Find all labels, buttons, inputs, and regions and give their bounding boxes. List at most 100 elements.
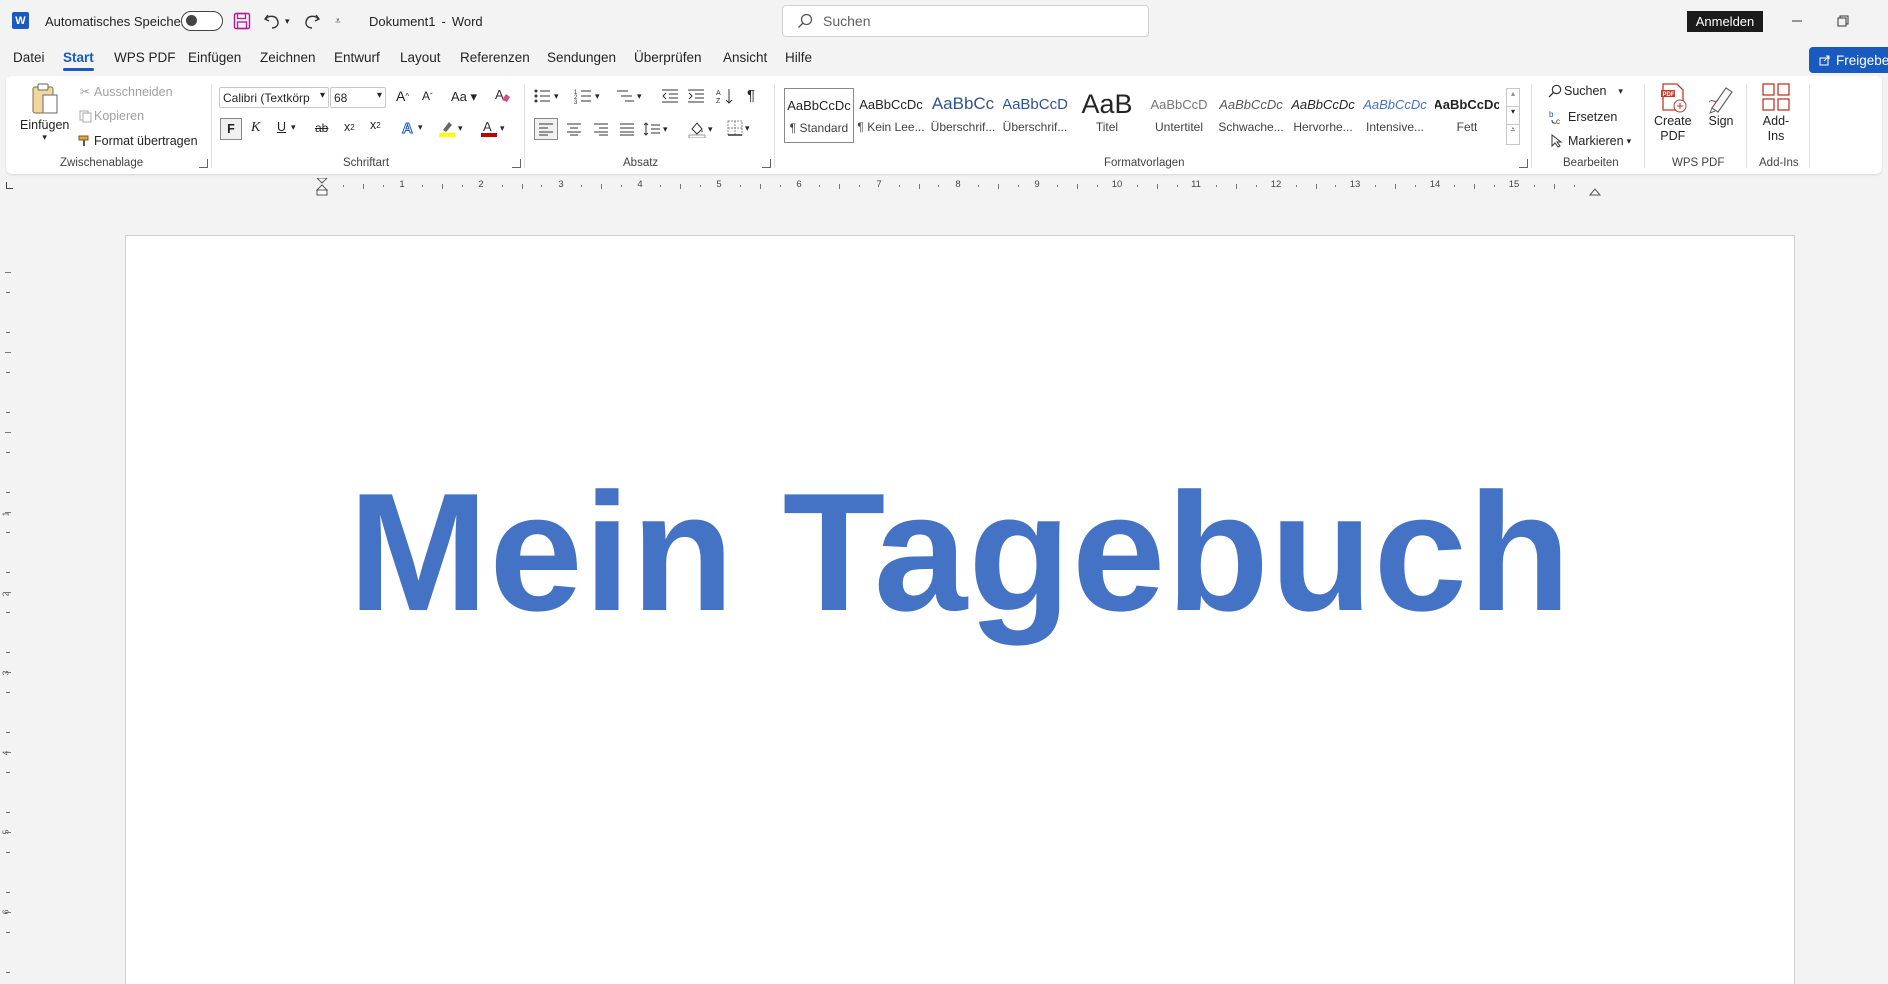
font-launcher-icon[interactable] — [512, 159, 521, 168]
grow-font-button[interactable]: A ^ — [396, 88, 409, 104]
ruler-number: 8 — [955, 179, 961, 190]
font-color-button[interactable]: A ▾ — [480, 119, 505, 137]
subscript-button[interactable]: x2 — [344, 120, 355, 134]
tab-ansicht[interactable]: Ansicht — [723, 50, 767, 65]
tab-sendungen[interactable]: Sendungen — [547, 50, 616, 65]
tab-zeichnen[interactable]: Zeichnen — [260, 50, 316, 65]
tab-layout[interactable]: Layout — [400, 50, 441, 65]
share-button[interactable]: Freigeben — [1809, 47, 1888, 73]
ruler-number: 10 — [1111, 179, 1123, 190]
numbering-button[interactable]: 123 ▾ — [574, 88, 600, 104]
style-standard[interactable]: AaBbCcDc ¶ Standard — [784, 88, 854, 143]
style-intense-emphasis[interactable]: AaBbCcDc Intensive... — [1360, 88, 1430, 143]
style-no-spacing[interactable]: AaBbCcDc ¶ Kein Lee... — [856, 88, 926, 143]
highlight-color-button[interactable]: ▾ — [438, 119, 463, 137]
shading-button[interactable]: ▾ — [688, 120, 713, 138]
style-subtitle[interactable]: AaBbCcD Untertitel — [1144, 88, 1214, 143]
styles-gallery-scroll[interactable]: ▴ ▾ ⩡ — [1506, 88, 1520, 145]
sign-icon — [1706, 82, 1736, 114]
style-preview: AaBbCcDc — [1435, 96, 1499, 112]
tab-ueberpruefen[interactable]: Überprüfen — [634, 50, 702, 65]
ruler-tick — [5, 352, 11, 353]
minimize-icon[interactable] — [1774, 0, 1820, 42]
clear-formatting-button[interactable]: A — [493, 86, 511, 104]
underline-dropdown-icon[interactable]: ▾ — [291, 122, 296, 133]
style-name: Hervorhe... — [1293, 120, 1353, 134]
style-name: Überschrif... — [1002, 120, 1068, 134]
sign-button[interactable]: Sign — [1706, 82, 1736, 129]
sort-button[interactable]: AZ — [716, 87, 734, 105]
style-title[interactable]: AaB Titel — [1072, 88, 1142, 143]
clipboard-launcher-icon[interactable] — [199, 159, 208, 168]
copy-button[interactable]: Kopieren — [76, 109, 144, 123]
decrease-indent-button[interactable] — [661, 88, 679, 104]
font-size-select[interactable]: 68 ▾ — [330, 87, 386, 108]
restore-icon[interactable] — [1820, 0, 1866, 42]
save-icon[interactable] — [233, 0, 251, 42]
strikethrough-button[interactable]: ab — [315, 121, 328, 135]
cut-button[interactable]: ✂ Ausschneiden — [76, 84, 173, 100]
increase-indent-button[interactable] — [687, 88, 705, 104]
style-name: Schwache... — [1218, 120, 1284, 134]
bullets-button[interactable]: ▾ — [533, 88, 559, 104]
create-pdf-button[interactable]: PDF Create PDF — [1654, 82, 1692, 144]
style-heading-2[interactable]: AaBbCcD Überschrif... — [1000, 88, 1070, 143]
undo-icon[interactable] — [263, 0, 283, 42]
addins-button[interactable]: Add- Ins — [1761, 82, 1791, 144]
document-heading[interactable]: Mein Tagebuch — [126, 468, 1794, 636]
style-heading-1[interactable]: AaBbCc Überschrif... — [928, 88, 998, 143]
ruler-tick — [6, 812, 10, 813]
paste-button[interactable]: Einfügen ▾ — [20, 82, 69, 143]
tab-entwurf[interactable]: Entwurf — [334, 50, 380, 65]
borders-button[interactable]: ▾ — [727, 120, 750, 136]
italic-button[interactable]: K — [251, 120, 260, 136]
tab-datei[interactable]: Datei — [13, 50, 45, 65]
multilevel-list-button[interactable]: ▾ — [616, 88, 642, 104]
ruler-tick — [978, 185, 980, 187]
gallery-down-icon[interactable]: ▾ — [1507, 107, 1519, 125]
numbered-list-icon: 123 — [574, 88, 592, 104]
vertical-ruler[interactable]: 1 2 3 4 5 6 — [0, 236, 16, 984]
right-indent-marker-icon[interactable] — [1588, 184, 1602, 199]
font-name-select[interactable]: Calibri (Textkörp ▾ — [219, 87, 329, 108]
styles-launcher-icon[interactable] — [1519, 159, 1528, 168]
style-subtle-emphasis[interactable]: AaBbCcDc Schwache... — [1216, 88, 1286, 143]
text-effects-button[interactable]: A ▾ — [400, 119, 423, 136]
tab-hilfe[interactable]: Hilfe — [785, 50, 812, 65]
tab-stop-selector-icon[interactable] — [6, 182, 13, 189]
justify-button[interactable] — [619, 122, 635, 136]
paragraph-launcher-icon[interactable] — [762, 159, 771, 168]
find-label: Suchen — [1564, 84, 1607, 98]
underline-button[interactable]: U — [277, 120, 286, 134]
redo-icon[interactable] — [301, 0, 321, 42]
align-left-button[interactable] — [534, 118, 558, 140]
superscript-button[interactable]: x2 — [370, 118, 381, 132]
style-emphasis[interactable]: AaBbCcDc Hervorhe... — [1288, 88, 1358, 143]
autosave-toggle[interactable] — [181, 11, 223, 31]
customize-toolbar-icon[interactable]: ⩡ — [335, 0, 341, 42]
align-center-button[interactable] — [566, 122, 582, 136]
tab-einfuegen[interactable]: Einfügen — [188, 50, 241, 65]
line-spacing-button[interactable]: ▾ — [643, 121, 668, 137]
search-input[interactable]: Suchen — [782, 5, 1149, 37]
tab-wps-pdf[interactable]: WPS PDF — [114, 50, 176, 65]
undo-dropdown-icon[interactable]: ▾ — [285, 0, 290, 42]
shrink-font-button[interactable]: Aˇ — [422, 89, 433, 103]
tab-start[interactable]: Start — [63, 50, 94, 71]
replace-button[interactable]: bc Ersetzen — [1546, 109, 1617, 125]
horizontal-ruler[interactable]: 1 2 3 4 5 6 7 8 9 10 11 12 13 14 15 — [0, 177, 1888, 196]
indent-marker-icon[interactable] — [315, 177, 329, 199]
show-formatting-button[interactable]: ¶ — [747, 87, 755, 104]
bold-button[interactable]: F — [220, 118, 242, 140]
format-painter-button[interactable]: Format übertragen — [76, 134, 198, 148]
align-right-button[interactable] — [593, 122, 609, 136]
gallery-up-icon[interactable]: ▴ — [1507, 89, 1519, 107]
style-strong[interactable]: AaBbCcDc Fett — [1432, 88, 1502, 143]
gallery-more-icon[interactable]: ⩡ — [1507, 125, 1519, 143]
tab-referenzen[interactable]: Referenzen — [460, 50, 530, 65]
document-page[interactable]: Mein Tagebuch — [125, 235, 1795, 984]
find-button[interactable]: Suchen ▾ — [1546, 84, 1623, 98]
select-button[interactable]: Markieren ▾ — [1546, 134, 1631, 148]
change-case-button[interactable]: Aa ▾ — [451, 89, 477, 105]
signin-button[interactable]: Anmelden — [1687, 11, 1763, 32]
